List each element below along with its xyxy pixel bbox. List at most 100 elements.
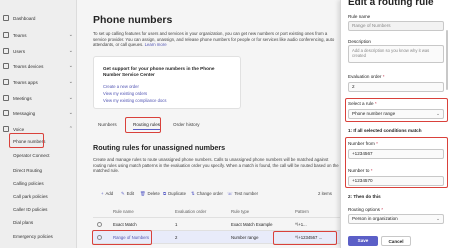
plus-icon: + xyxy=(101,191,104,196)
then-heading: 2: Then do this xyxy=(348,194,381,199)
eval-order-label: Evaluation order * xyxy=(348,74,385,79)
delete-button[interactable]: 🗑 Delete xyxy=(140,189,160,199)
home-icon xyxy=(3,15,9,21)
nav-item-label: Emergency policies xyxy=(13,233,53,239)
trash-icon: 🗑 xyxy=(140,191,146,196)
nav-item-teams-devices[interactable]: Teams devices ⌄ xyxy=(0,60,77,72)
number-range-highlight-box xyxy=(345,137,448,188)
routing-options-value: Person in organization xyxy=(352,216,398,221)
tab-numbers[interactable]: Numbers xyxy=(98,120,117,130)
nav-item-label: Users xyxy=(13,48,25,54)
page-description-text: To set up calling features for users and… xyxy=(93,31,335,48)
nav-item-users[interactable]: Users ⌄ xyxy=(0,45,77,57)
cancel-button[interactable]: Cancel xyxy=(381,236,411,246)
nav-highlight-box xyxy=(9,133,44,148)
view-orders-link[interactable]: View my existing orders xyxy=(103,91,147,96)
calendar-icon xyxy=(3,95,9,101)
nav-item-label: Call park policies xyxy=(13,193,48,199)
nav-item-call-park-policies[interactable]: Call park policies xyxy=(0,190,77,202)
nav-item-label: Caller ID policies xyxy=(13,206,48,212)
condition-heading: 1: If all selected conditions match xyxy=(348,128,422,133)
support-card: Get support for your phone numbers in th… xyxy=(93,56,241,109)
description-field[interactable]: Add a description so you know why it was… xyxy=(348,45,444,63)
rule-name-field: Range of Numbers xyxy=(348,21,444,31)
column-header[interactable]: Evaluation order xyxy=(175,205,206,218)
nav-item-label: Teams xyxy=(13,32,27,38)
required-mark: * xyxy=(381,207,384,212)
device-icon xyxy=(3,63,9,69)
delete-label: Delete xyxy=(147,191,160,196)
tab-order-history[interactable]: Order history xyxy=(173,120,200,130)
add-button[interactable]: + Add xyxy=(101,189,113,199)
section-description: Create and manage rules to route unassig… xyxy=(93,157,339,174)
chevron-down-icon: ⌄ xyxy=(68,79,73,85)
routing-options-label: Routing options * xyxy=(348,207,383,212)
description-label: Description xyxy=(348,39,371,44)
chevron-down-icon: ⌄ xyxy=(68,110,73,116)
column-header[interactable]: Rule type xyxy=(231,205,249,218)
nav-item-label: Direct Routing xyxy=(13,167,43,173)
nav-item-label: Teams devices xyxy=(13,63,44,69)
nav-item-label: Operator Connect xyxy=(13,152,50,158)
row-name-highlight-box xyxy=(92,230,152,245)
left-nav: Dashboard Teams ⌄ Users ⌄ Teams devices … xyxy=(0,0,77,248)
nav-item-caller-id-policies[interactable]: Caller ID policies xyxy=(0,203,77,215)
nav-item-teams[interactable]: Teams ⌄ xyxy=(0,29,77,41)
section-title: Routing rules for unassigned numbers xyxy=(93,143,226,152)
nav-item-label: Voice xyxy=(13,126,25,132)
routing-options-dropdown[interactable]: Person in organization ⌄ xyxy=(348,214,444,224)
view-compliance-docs-link[interactable]: View my existing compliance docs xyxy=(103,98,166,103)
rule-type-cell: Exact Match Example xyxy=(231,222,273,227)
duplicate-button[interactable]: ⧉ Duplicate xyxy=(163,189,186,199)
table-header: Rule name Evaluation order Rule type Pat… xyxy=(93,205,373,218)
change-order-button[interactable]: ⇅ Change order xyxy=(191,189,223,199)
edit-button[interactable]: ✎ Edit xyxy=(121,189,134,199)
pattern-highlight-box xyxy=(273,231,337,245)
nav-item-label: Dial plans xyxy=(13,219,34,225)
eval-order-field[interactable]: 2 xyxy=(348,82,444,92)
item-count: 2 items xyxy=(318,191,332,196)
column-header[interactable]: Pattern xyxy=(295,205,309,218)
change-order-label: Change order xyxy=(196,191,223,196)
copy-icon: ⧉ xyxy=(163,191,167,196)
column-header[interactable]: Rule name xyxy=(113,205,134,218)
nav-item-direct-routing[interactable]: Direct Routing xyxy=(0,164,77,176)
test-number-button[interactable]: ☏ Test number xyxy=(227,189,258,199)
nav-item-dial-plans[interactable]: Dial plans xyxy=(0,216,77,228)
edit-routing-rule-panel: Edit a routing rule Rule name Range of N… xyxy=(340,0,450,248)
pattern-cell: ^\+1... xyxy=(295,222,307,227)
nav-item-operator-connect[interactable]: Operator Connect xyxy=(0,149,77,161)
main-content: Phone numbers To set up calling features… xyxy=(77,0,373,248)
nav-item-label: Messaging xyxy=(13,110,36,116)
save-button[interactable]: Save xyxy=(348,236,378,246)
edit-label: Edit xyxy=(126,191,135,196)
page-description: To set up calling features for users and… xyxy=(93,31,339,48)
reorder-icon: ⇅ xyxy=(191,191,195,196)
rule-type-cell: Number range xyxy=(231,235,259,240)
chevron-down-icon: ⌄ xyxy=(68,95,73,101)
learn-more-link[interactable]: Learn more xyxy=(145,42,167,47)
routing-options-label-text: Routing options xyxy=(348,207,380,212)
row-select-radio[interactable] xyxy=(97,222,102,227)
nav-item-messaging[interactable]: Messaging ⌄ xyxy=(0,107,77,119)
panel-scrollbar[interactable] xyxy=(446,30,448,90)
tab-bar: Numbers Routing rules Order history xyxy=(93,120,253,132)
tab-highlight-box xyxy=(125,117,161,133)
chevron-down-icon: ⌄ xyxy=(68,32,73,38)
add-label: Add xyxy=(105,191,114,196)
nav-item-label: Teams apps xyxy=(13,79,38,85)
create-order-link[interactable]: Create a new order xyxy=(103,84,139,89)
apps-icon xyxy=(3,79,9,85)
select-rule-highlight-box xyxy=(345,98,448,122)
nav-item-teams-apps[interactable]: Teams apps ⌄ xyxy=(0,76,77,88)
test-icon: ☏ xyxy=(227,191,233,196)
nav-item-dashboard[interactable]: Dashboard xyxy=(0,12,77,24)
nav-item-emergency-policies[interactable]: Emergency policies xyxy=(0,230,77,242)
toolbar: + Add ✎ Edit 🗑 Delete ⧉ Duplicate ⇅ Change or… xyxy=(93,189,343,199)
chat-icon xyxy=(3,110,9,116)
nav-item-calling-policies[interactable]: Calling policies xyxy=(0,177,77,189)
chevron-up-icon: ⌃ xyxy=(68,126,73,132)
nav-item-meetings[interactable]: Meetings ⌄ xyxy=(0,92,77,104)
phone-icon xyxy=(3,126,9,132)
test-number-label: Test number xyxy=(234,191,259,196)
